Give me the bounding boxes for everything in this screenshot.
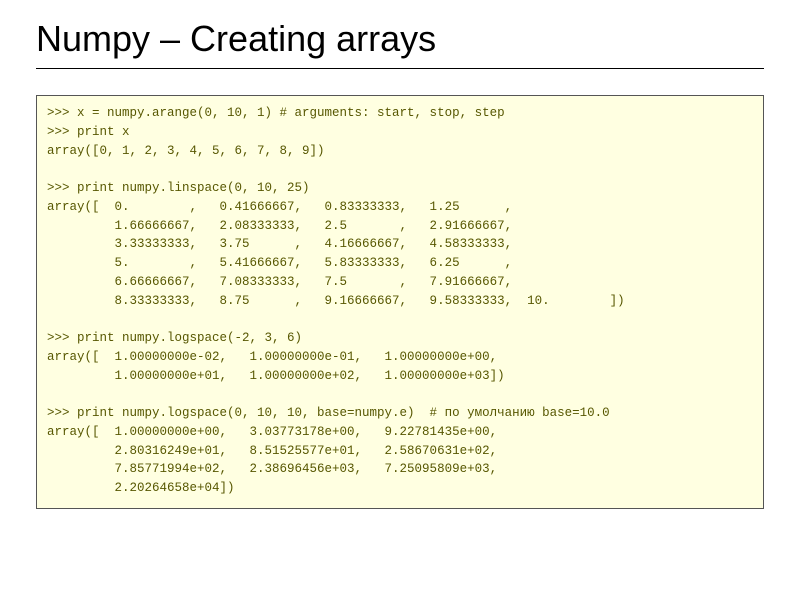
title-divider bbox=[36, 68, 764, 69]
code-block: >>> x = numpy.arange(0, 10, 1) # argumen… bbox=[36, 95, 764, 509]
slide: Numpy – Creating arrays >>> x = numpy.ar… bbox=[0, 0, 800, 600]
slide-title: Numpy – Creating arrays bbox=[36, 18, 764, 60]
